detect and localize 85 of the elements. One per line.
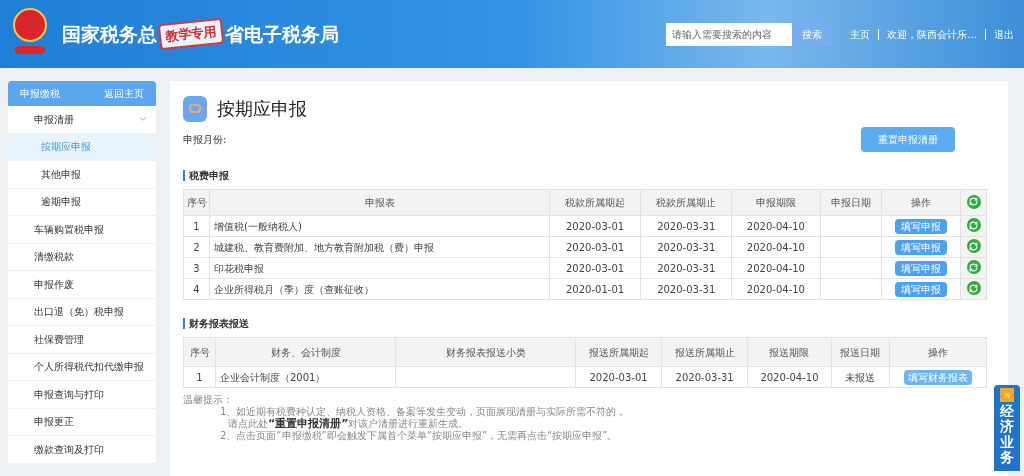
table-cell: 1 [183,215,210,237]
notebook-icon [183,95,207,122]
table-cell: 2020-04-10 [747,366,832,388]
fill-report-button[interactable]: 填写申报 [894,260,947,276]
section-title: 财务报表报送 [189,317,249,331]
table-cell: 3 [183,257,210,279]
back-home-link[interactable]: 返回主页 [104,86,144,101]
table-cell: 企业所得税月（季）度（查账征收） [209,278,550,300]
sidebar-item[interactable]: 申报作废 [8,271,156,299]
refresh-icon[interactable] [966,281,981,296]
column-header: 序号 [183,189,210,216]
refresh-icon[interactable] [966,218,981,233]
sidebar-item[interactable]: 申报查询与打印 [8,381,156,409]
table-cell: 企业会计制度（2001） [215,366,396,388]
sidebar-item[interactable]: 个人所得税代扣代缴申报 [8,353,156,381]
table-cell: 未报送 [831,366,890,388]
table-cell: 2020-03-31 [640,278,732,300]
refresh-icon[interactable] [966,260,981,275]
tips-text: 1、如近期有税费种认定、纳税人资格、备案等发生变动，页面展现清册与实际所需不符的， [219,406,628,418]
refresh-icon[interactable] [966,194,981,209]
table-cell: 2020-04-10 [731,278,821,300]
table-cell: 2020-03-01 [575,366,662,388]
table-cell: 2020-03-31 [640,257,732,279]
header-link[interactable]: 主页 [850,26,871,42]
table-cell: 2020-04-10 [731,215,821,237]
column-header: 序号 [183,337,216,367]
fill-report-button[interactable]: 填写申报 [894,218,947,234]
column-header: 报送期限 [747,337,832,367]
month-label: 申报月份: [183,133,227,147]
column-header: 申报日期 [820,189,882,216]
reset-button[interactable]: 重置申报清册 [861,127,955,152]
header-link[interactable]: 欢迎，陕西会计乐... [887,26,977,42]
refresh-icon[interactable] [966,239,981,254]
table-cell: 2 [183,236,210,258]
stamp: 教学专用 [157,17,225,51]
table-cell: 2020-03-31 [640,236,732,258]
sidebar-title: 申报缴税 [20,87,60,101]
table-cell: 2020-03-31 [640,215,732,237]
table-cell: 2020-04-10 [731,257,821,279]
sidebar-item[interactable]: 清缴税款 [8,243,156,271]
column-header: 申报期限 [731,189,821,216]
tips-text: 请点此处“重置申报清册”对该户清册进行重新生成。 [227,418,470,430]
table-cell: 增值税(一般纳税人) [209,215,550,237]
table-cell: 1 [183,366,216,388]
column-header: 税款所属期起 [549,189,641,216]
table-cell: 2020-03-01 [549,236,641,258]
column-header: 报送所属期止 [661,337,748,367]
column-header: 操作 [881,189,961,216]
tips-text: 2、点击页面“申报缴税”即会触发下属首个菜单“按期应申报”，无需再点击“按期应申报”。 [219,430,619,442]
table-cell: 2020-01-01 [549,278,641,300]
sidebar-item[interactable]: 申报清册 [8,106,156,134]
fill-report-button[interactable]: 填写申报 [894,239,947,255]
table-cell: 2020-03-01 [549,257,641,279]
tips-title: 温馨提示： [183,394,234,406]
page-title: 按期应申报 [217,97,307,121]
fill-report-button[interactable]: 填写申报 [894,281,947,297]
sidebar-item[interactable]: 其他申报 [8,161,156,189]
search-field[interactable]: 请输入需要搜索的内容 [666,22,793,46]
column-header: 报送所属期起 [575,337,662,367]
column-header: 操作 [889,337,987,367]
section-title: 税费申报 [189,169,229,183]
sidebar-item[interactable]: 按期应申报 [8,133,156,161]
sidebar-item[interactable]: 车辆购置税申报 [8,216,156,244]
table-cell: 2020-03-01 [549,215,641,237]
table-cell: 印花税申报 [209,257,550,279]
table-cell: 2020-03-31 [661,366,748,388]
table-cell: 4 [183,278,210,300]
sidebar-item[interactable]: 逾期申报 [8,188,156,216]
side-tab-label: 经济业务 [1000,404,1014,466]
column-header: 财务、会计制度 [215,337,396,367]
side-tab[interactable]: 经济业务 [994,385,1020,471]
header-link[interactable]: 退出 [994,26,1014,42]
column-header: 财务报表报送小类 [395,337,576,367]
sidebar-item[interactable]: 申报更正 [8,408,156,436]
site-title: 国家税务总 [62,21,157,47]
column-header: 税款所属期止 [640,189,732,216]
site-title: 省电子税务局 [225,21,339,47]
table-cell: 2020-04-10 [731,236,821,258]
table-cell: 城建税、教育费附加、地方教育附加税（费）申报 [209,236,550,258]
double-chevron-icon [1000,388,1014,402]
sidebar-item[interactable]: 缴款查询及打印 [8,436,156,464]
column-header: 报送日期 [831,337,890,367]
sidebar-item[interactable]: 出口退（免）税申报 [8,298,156,326]
sidebar-item[interactable]: 社保费管理 [8,326,156,354]
column-header: 申报表 [209,189,550,216]
